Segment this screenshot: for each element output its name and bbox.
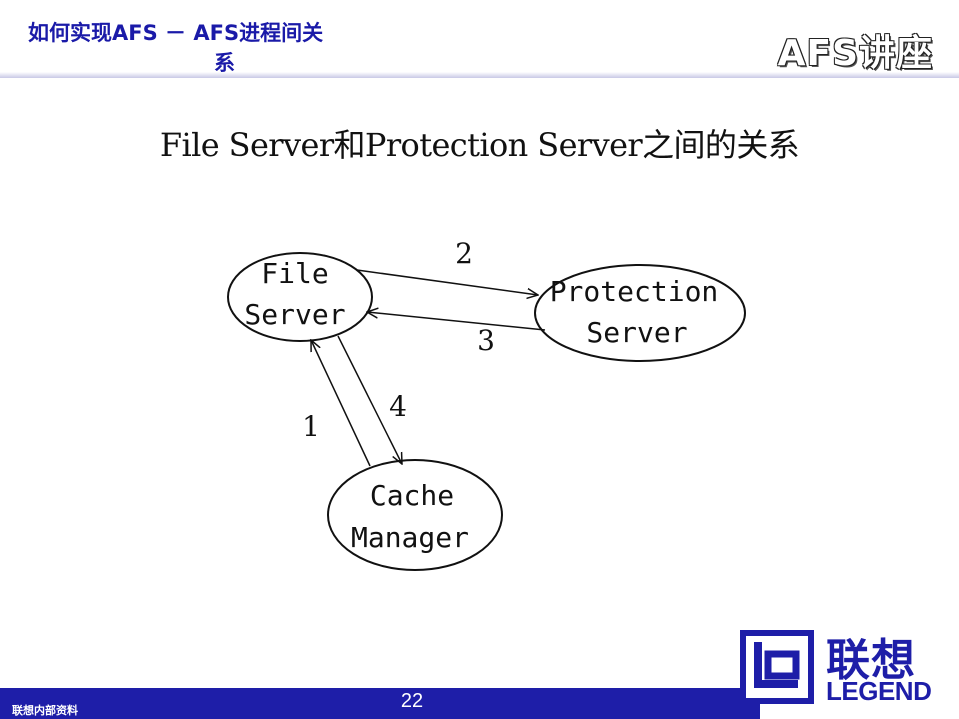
- node-protection-server-line2: Server: [586, 316, 687, 349]
- legend-logo-en: LEGEND: [826, 676, 932, 706]
- footer-bar: [0, 688, 760, 719]
- legend-logo: 联想 LEGEND: [740, 630, 932, 706]
- node-protection-server: Protection Server: [534, 264, 746, 362]
- edge-ps-to-fs: [367, 312, 546, 331]
- footer-left-text: 联想内部资料: [12, 704, 78, 717]
- node-cache-manager-line2: Manager: [351, 521, 469, 554]
- edge-label-2: 2: [455, 237, 473, 270]
- node-cache-manager: Cache Manager: [327, 459, 503, 571]
- legend-logo-icon: [740, 630, 814, 704]
- node-cache-manager-line1: Cache: [370, 479, 454, 512]
- page-number: 22: [400, 690, 424, 712]
- node-file-server-line2: Server: [244, 298, 345, 331]
- edge-label-3: 3: [477, 324, 495, 357]
- node-file-server: File Server: [227, 252, 373, 342]
- node-file-server-line1: File: [261, 257, 328, 290]
- edge-cm-to-fs: [311, 340, 371, 467]
- edge-label-1: 1: [302, 410, 320, 443]
- edge-fs-to-ps: [356, 269, 538, 295]
- node-protection-server-line1: Protection: [550, 275, 719, 308]
- process-diagram: File Server Protection Server Cache Mana…: [227, 237, 746, 571]
- edge-label-4: 4: [389, 390, 407, 423]
